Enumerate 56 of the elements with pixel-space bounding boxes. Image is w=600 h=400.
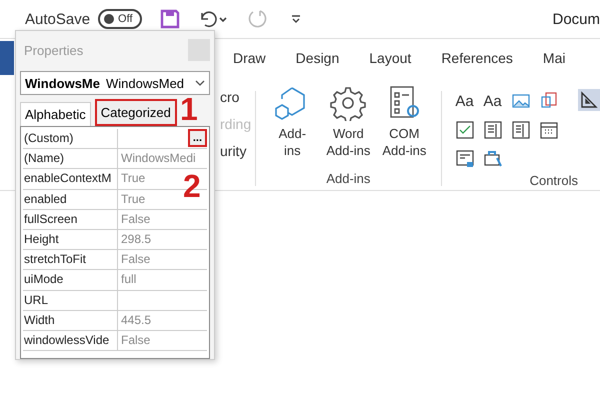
- text-control[interactable]: Aa: [483, 92, 502, 110]
- legacy-tools-icon[interactable]: [482, 149, 503, 169]
- property-name: uiMode: [23, 270, 118, 290]
- autosave-toggle[interactable]: Off: [98, 9, 142, 29]
- property-name: (Custom): [23, 129, 118, 148]
- property-value[interactable]: 298.5: [118, 230, 152, 250]
- addins-button[interactable]: COM Add-ins: [377, 81, 432, 171]
- object-selector[interactable]: WindowsMe WindowsMed: [20, 71, 210, 95]
- group-label: Add-ins: [326, 171, 370, 188]
- addins-button[interactable]: Word Add-ins: [321, 81, 376, 171]
- dropdown-list-icon[interactable]: [510, 120, 531, 140]
- property-name: URL: [23, 290, 118, 310]
- property-value[interactable]: False: [118, 210, 150, 229]
- property-name: fullScreen: [23, 210, 118, 229]
- ribbon-tab[interactable]: Design: [296, 50, 340, 66]
- step-number: 1: [180, 93, 198, 125]
- repeating-section-icon[interactable]: [454, 149, 475, 169]
- ellipsis-button[interactable]: ...: [188, 129, 207, 147]
- property-name: (Name): [23, 149, 118, 168]
- gear-icon: [330, 85, 366, 121]
- ribbon-tab[interactable]: References: [441, 50, 513, 66]
- autosave-label: AutoSave: [25, 10, 90, 28]
- text-control[interactable]: Aa: [455, 92, 474, 110]
- step-number: 2: [183, 170, 201, 202]
- property-value[interactable]: False: [118, 330, 150, 350]
- ribbon-tab[interactable]: Draw: [233, 50, 266, 66]
- save-icon[interactable]: [160, 9, 180, 29]
- checkbox-icon[interactable]: [454, 120, 475, 140]
- design-mode-button[interactable]: [578, 89, 600, 111]
- undo-icon[interactable]: [198, 9, 228, 29]
- group-label: Controls: [530, 173, 578, 190]
- properties-tab[interactable]: Categorized: [94, 99, 177, 126]
- property-name: enableContextM: [23, 169, 118, 189]
- property-name: Height: [23, 230, 118, 250]
- property-value[interactable]: True: [118, 190, 146, 209]
- property-value[interactable]: 445.5: [118, 310, 152, 330]
- property-name: enabled: [23, 190, 118, 209]
- property-name: windowlessVide: [23, 330, 118, 350]
- property-value[interactable]: full: [118, 270, 136, 290]
- date-picker-icon[interactable]: [538, 120, 559, 140]
- ribbon-tab[interactable]: Layout: [369, 50, 412, 66]
- ribbon-command[interactable]: cro: [220, 89, 252, 105]
- property-name: stretchToFit: [23, 250, 118, 270]
- ribbon-command[interactable]: urity: [220, 143, 252, 159]
- property-value[interactable]: False: [118, 250, 150, 270]
- document-title: Docum: [552, 10, 600, 28]
- combo-box-icon[interactable]: [482, 120, 503, 140]
- customize-icon[interactable]: [290, 13, 302, 25]
- property-name: Width: [23, 310, 118, 330]
- ribbon-tab[interactable]: Mai: [542, 50, 566, 66]
- panel-title: Properties: [24, 42, 84, 58]
- dropdown-caret-icon[interactable]: [195, 79, 205, 87]
- properties-tab[interactable]: Alphabetic: [20, 102, 91, 126]
- addins-button[interactable]: Add- ins: [265, 81, 320, 171]
- property-value[interactable]: True: [118, 169, 146, 189]
- property-value[interactable]: WindowsMedi: [118, 149, 196, 168]
